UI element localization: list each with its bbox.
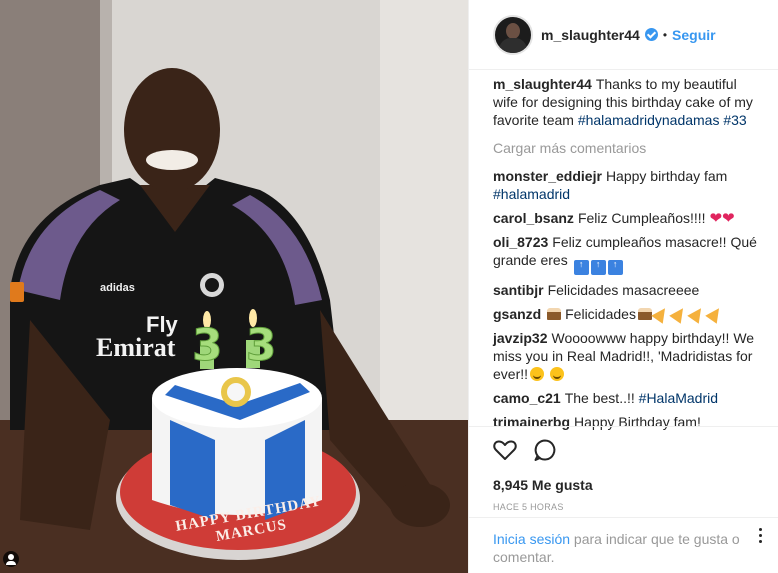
comment-hashtag[interactable]: #HalaMadrid xyxy=(639,390,718,406)
comment-text: Feliz Cumpleaños!!!! xyxy=(577,210,706,226)
login-prompt: Inicia sesión para indicar que te gusta … xyxy=(469,517,778,566)
party-horn-emoji-icon xyxy=(669,304,689,324)
comment-text: Happy birthday fam xyxy=(605,168,728,184)
cake-emoji-icon xyxy=(547,308,562,320)
comment-username[interactable]: javzip32 xyxy=(493,330,547,346)
comments-section: m_slaughter44 Thanks to my beautiful wife… xyxy=(469,75,778,431)
comment-text: The best..!! xyxy=(564,390,639,406)
likes-count[interactable]: 8,945 Me gusta xyxy=(493,477,778,493)
post-sidebar: m_slaughter44 • Seguir m_slaughter44 Than… xyxy=(468,0,778,573)
comment-text: Felicidades masacreeee xyxy=(547,282,700,298)
party-horn-emoji-icon xyxy=(705,304,725,324)
avatar[interactable] xyxy=(493,14,533,55)
cake-emoji-icon xyxy=(637,308,652,320)
party-horn-emoji-icon xyxy=(687,304,707,324)
verified-badge-icon xyxy=(644,28,658,41)
jersey-sponsor-line2: Emirat xyxy=(96,333,176,362)
jersey-brand-logo: adidas xyxy=(100,282,135,294)
smile-emoji-icon xyxy=(549,367,564,381)
heart-emoji-icon: ❤ xyxy=(722,210,735,227)
login-link[interactable]: Inicia sesión xyxy=(493,531,570,547)
comment-username[interactable]: monster_eddiejr xyxy=(493,168,602,184)
post-timestamp: HACE 5 HORAS xyxy=(493,502,564,512)
heart-emoji-icon: ❤ xyxy=(709,210,723,227)
follow-button[interactable]: Seguir xyxy=(672,27,716,43)
caption-hashtags[interactable]: #halamadridynadamas #33 xyxy=(578,112,747,128)
caption-username[interactable]: m_slaughter44 xyxy=(493,76,592,92)
comment-item: santibjr Felicidades masacreeee xyxy=(493,281,764,299)
comment-bubble-icon[interactable] xyxy=(533,438,557,462)
comment-username[interactable]: carol_bsanz xyxy=(493,210,574,226)
comment-item: camo_c21 The best..!! #HalaMadrid xyxy=(493,389,764,407)
comment-username[interactable]: camo_c21 xyxy=(493,390,561,406)
like-heart-icon[interactable] xyxy=(493,439,517,461)
post-caption: m_slaughter44 Thanks to my beautiful wife… xyxy=(493,75,764,129)
post-header: m_slaughter44 • Seguir xyxy=(469,0,778,70)
top-emoji-icon: ↑ xyxy=(607,260,623,275)
header-username[interactable]: m_slaughter44 xyxy=(541,27,640,43)
comment-username[interactable]: gsanzd xyxy=(493,306,541,322)
comment-text: Felicidades xyxy=(565,306,636,322)
comment-item: gsanzd Felicidades xyxy=(493,304,764,324)
smile-emoji-icon xyxy=(530,367,545,381)
comment-username[interactable]: oli_8723 xyxy=(493,234,548,250)
comment-item: carol_bsanz Feliz Cumpleaños!!!! ❤❤ xyxy=(493,209,764,227)
post-photo[interactable]: Fly Emirat adidas 3 3 HAPPY BIRTHDAY MAR… xyxy=(0,0,468,573)
comment-username[interactable]: santibjr xyxy=(493,282,544,298)
comment-hashtag[interactable]: #halamadrid xyxy=(493,186,570,202)
more-options-icon[interactable] xyxy=(754,528,766,544)
instagram-post: Fly Emirat adidas 3 3 HAPPY BIRTHDAY MAR… xyxy=(0,0,778,573)
top-emoji-icon: ↑ xyxy=(573,260,589,275)
load-more-comments-button[interactable]: Cargar más comentarios xyxy=(493,140,764,156)
comment-item: oli_8723 Feliz cumpleaños masacre!! Qué g… xyxy=(493,233,764,275)
tagged-user-icon[interactable] xyxy=(3,551,19,567)
action-icons-row xyxy=(493,437,778,463)
post-actions: 8,945 Me gusta HACE 5 HORAS xyxy=(469,426,778,512)
comment-item: javzip32 Woooowww happy birthday!! We mis… xyxy=(493,329,764,383)
photo-illustration xyxy=(0,0,468,573)
comment-item: monster_eddiejr Happy birthday fam #halama… xyxy=(493,167,764,203)
top-emoji-icon: ↑ xyxy=(590,260,606,275)
birthday-candles: 3 3 xyxy=(192,320,281,372)
party-horn-emoji-icon xyxy=(651,304,671,324)
header-separator: • xyxy=(662,27,668,42)
